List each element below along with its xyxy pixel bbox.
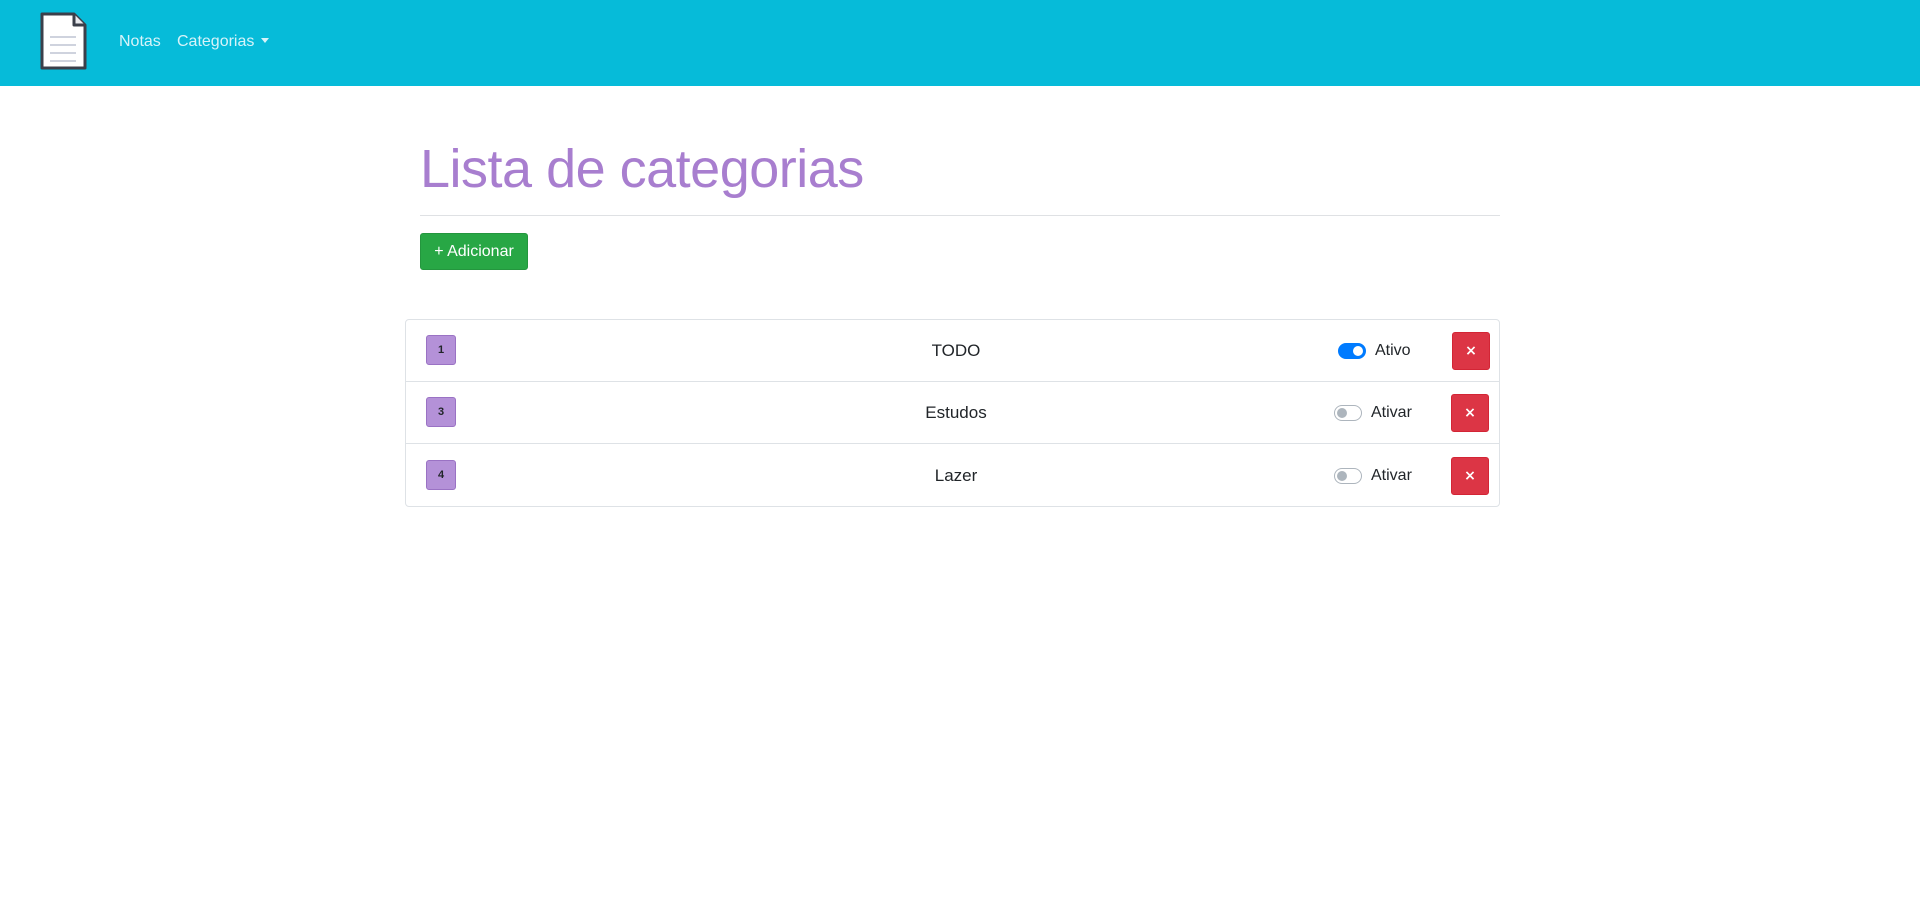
category-id-badge: 4 (426, 460, 456, 490)
page-title: Lista de categorias (420, 139, 864, 199)
list-item: 1 TODO Ativo × (406, 320, 1499, 382)
category-name: Lazer (934, 466, 978, 485)
toggle-knob (1353, 346, 1363, 356)
toggle-knob (1337, 471, 1347, 481)
category-name: Estudos (925, 403, 987, 422)
nav-link-categorias-label: Categorias (177, 33, 255, 50)
toggle-label[interactable]: Ativo (1375, 341, 1411, 361)
caret-down-icon (261, 38, 270, 43)
toggle-label[interactable]: Ativar (1371, 403, 1412, 423)
active-toggle[interactable] (1334, 405, 1362, 421)
category-id-badge: 1 (426, 335, 456, 365)
nav-dropdown-categorias[interactable]: Categorias (177, 32, 270, 52)
delete-button[interactable]: × (1451, 394, 1489, 432)
toggle-label[interactable]: Ativar (1371, 466, 1412, 486)
list-item: 4 Lazer Ativar × (406, 445, 1499, 507)
category-id-badge: 3 (426, 397, 456, 427)
top-navbar: Notas Categorias (0, 0, 1920, 86)
list-item: 3 Estudos Ativar × (406, 382, 1499, 444)
document-icon[interactable] (38, 11, 88, 72)
category-name: TODO (931, 341, 981, 360)
nav-link-notas[interactable]: Notas (119, 32, 161, 52)
active-toggle[interactable] (1334, 468, 1362, 484)
delete-button[interactable]: × (1452, 332, 1490, 370)
title-divider (420, 215, 1500, 216)
toggle-knob (1337, 408, 1347, 418)
delete-button[interactable]: × (1451, 457, 1489, 495)
active-toggle[interactable] (1338, 343, 1366, 359)
add-category-button[interactable]: + Adicionar (420, 233, 528, 270)
category-list: 1 TODO Ativo × 3 Estudos Ativar × 4 Laze… (405, 319, 1500, 507)
